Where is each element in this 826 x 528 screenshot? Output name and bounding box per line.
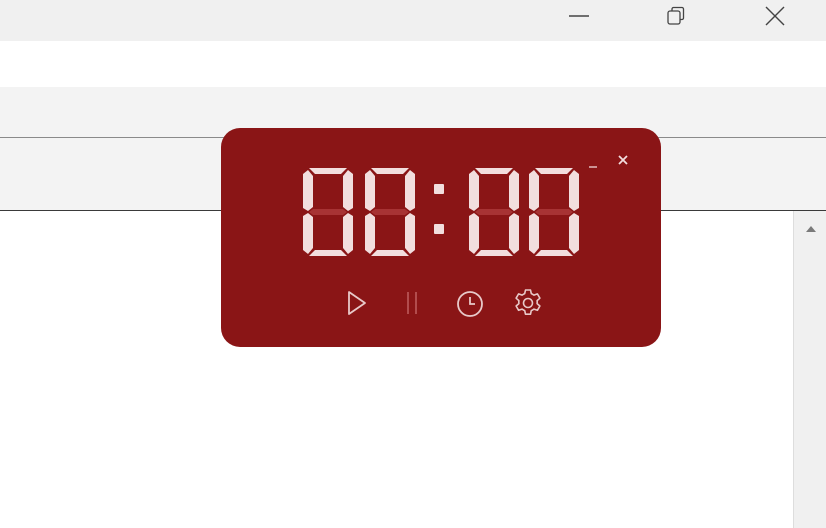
play-button[interactable] [338, 286, 372, 320]
segment-e [529, 213, 539, 254]
restore-window-button[interactable] [653, 0, 699, 32]
timer-widget: 0 0 : 0 0 [221, 128, 661, 347]
time-display: 0 0 : 0 0 [303, 168, 581, 258]
time-colon: : [434, 184, 444, 234]
digit-minutes-tens: 0 [303, 168, 353, 256]
segment-f [365, 170, 375, 211]
digit-minutes-ones: 0 [365, 168, 415, 256]
digit-seconds-tens: 0 [469, 168, 519, 256]
segment-g [475, 209, 513, 215]
minimize-window-button[interactable] [556, 0, 602, 32]
settings-button[interactable] [511, 286, 545, 320]
segment-d [371, 250, 409, 256]
segment-b [509, 170, 519, 211]
timer-close-button[interactable] [615, 152, 631, 168]
segment-e [303, 213, 313, 254]
close-icon [618, 155, 628, 165]
segment-c [405, 213, 415, 254]
segment-a [309, 168, 347, 174]
segment-e [469, 213, 479, 254]
segment-a [371, 168, 409, 174]
pause-icon [407, 292, 417, 314]
scroll-up-icon[interactable] [804, 223, 818, 235]
play-icon [348, 291, 366, 315]
segment-g [371, 209, 409, 215]
segment-b [405, 170, 415, 211]
gear-icon [515, 289, 541, 315]
minimize-icon [589, 166, 597, 168]
segment-b [569, 170, 579, 211]
minimize-icon [569, 15, 589, 17]
segment-f [529, 170, 539, 211]
digit-seconds-ones: 0 [529, 168, 579, 256]
segment-c [509, 213, 519, 254]
timer-minimize-button[interactable] [585, 158, 601, 174]
segment-b [343, 170, 353, 211]
vertical-scrollbar[interactable] [793, 211, 826, 528]
segment-a [535, 168, 573, 174]
segment-g [535, 209, 573, 215]
close-icon [765, 6, 785, 26]
segment-d [535, 250, 573, 256]
segment-d [475, 250, 513, 256]
segment-c [343, 213, 353, 254]
segment-g [309, 209, 347, 215]
segment-f [469, 170, 479, 211]
clock-icon [457, 291, 483, 317]
segment-d [309, 250, 347, 256]
restore-icon [667, 6, 685, 25]
segment-c [569, 213, 579, 254]
window-titlebar [0, 0, 826, 41]
alarm-button[interactable] [453, 286, 487, 320]
pause-button[interactable] [395, 286, 429, 320]
segment-a [475, 168, 513, 174]
address-bar [0, 41, 826, 87]
segment-f [303, 170, 313, 211]
close-window-button[interactable] [752, 0, 798, 32]
segment-e [365, 213, 375, 254]
